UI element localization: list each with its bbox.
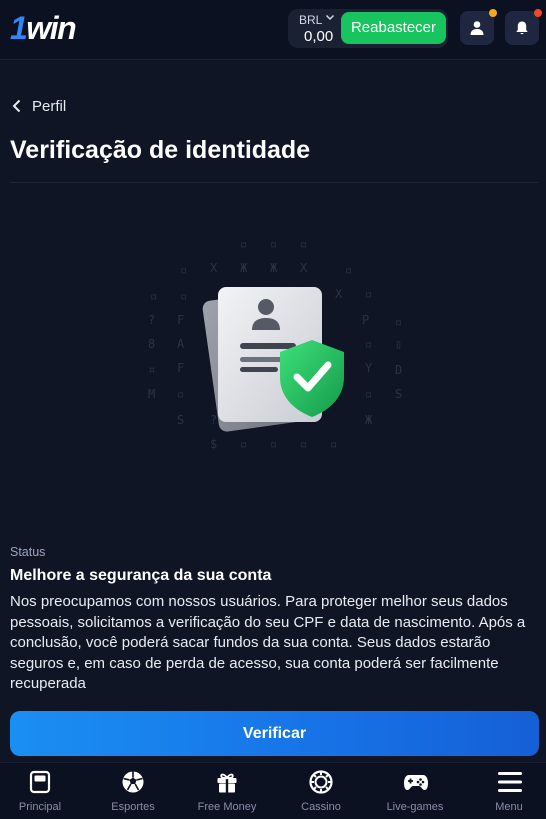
wallet-widget: BRL 0,00 Reabastecer — [288, 9, 448, 48]
nav-item-cassino[interactable]: Cassino — [282, 763, 360, 819]
status-description: Nos preocupamos com nossos usuários. Par… — [10, 593, 526, 692]
nav-label: Free Money — [197, 801, 257, 813]
back-link[interactable]: Perfil — [12, 95, 66, 117]
bottom-nav: Principal Esportes Free Money Cassino Li… — [0, 762, 546, 819]
notification-badge — [534, 9, 542, 17]
topup-button[interactable]: Reabastecer — [341, 12, 446, 44]
back-link-label: Perfil — [32, 97, 67, 115]
nav-item-menu[interactable]: Menu — [470, 763, 546, 819]
profile-badge — [489, 9, 497, 17]
verify-button[interactable]: Verificar — [10, 711, 539, 756]
nav-label: Cassino — [301, 801, 341, 813]
nav-label: Live-games — [386, 801, 444, 813]
notifications-button[interactable] — [505, 9, 542, 45]
soccer-ball-icon — [122, 771, 144, 793]
hamburger-icon — [498, 772, 522, 792]
gift-icon — [217, 773, 237, 793]
top-header: 1win BRL 0,00 Reabastecer — [0, 0, 546, 60]
nav-item-esportes[interactable]: Esportes — [94, 763, 172, 819]
nav-item-free-money[interactable]: Free Money — [188, 763, 266, 819]
status-label: Status — [10, 545, 46, 559]
id-verification-illustration: ▫ ▫ ▫ ▫ X Ж Ж X ▫ ▫ ▫ X ▫ ? F P ▫ 8 A ▫ … — [130, 225, 420, 455]
chevron-down-icon[interactable] — [325, 12, 335, 22]
nav-item-live-games[interactable]: Live-games — [376, 763, 454, 819]
balance-amount: 0,00 — [304, 28, 334, 45]
home-icon — [29, 770, 51, 794]
currency-selector[interactable]: BRL — [299, 13, 322, 27]
nav-label: Principal — [18, 801, 62, 813]
status-title: Melhore a segurança da sua conta — [10, 567, 272, 584]
bell-icon — [516, 21, 528, 35]
id-card-with-shield-icon — [202, 287, 344, 432]
casino-chip-icon — [309, 770, 333, 794]
page-title: Verificação de identidade — [10, 136, 311, 164]
nav-label: Menu — [495, 801, 523, 813]
user-icon — [470, 21, 484, 35]
brand-logo[interactable]: 1win — [10, 9, 77, 47]
nav-item-principal[interactable]: Principal — [1, 763, 79, 819]
gamepad-icon — [404, 775, 428, 790]
nav-label: Esportes — [111, 801, 155, 813]
title-divider — [10, 182, 538, 183]
chevron-left-icon — [12, 99, 21, 113]
profile-button[interactable] — [460, 9, 497, 45]
